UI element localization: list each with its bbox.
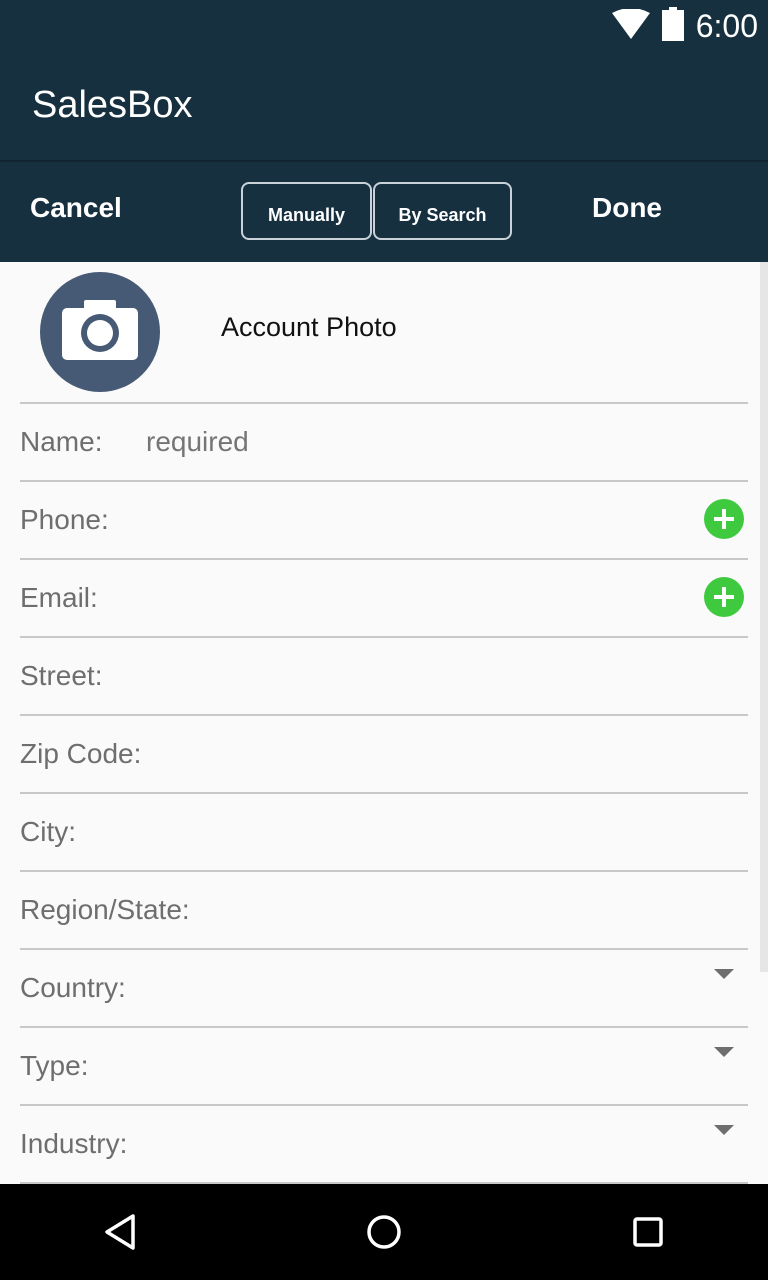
back-icon[interactable] bbox=[96, 1208, 144, 1256]
type-select[interactable]: Type: bbox=[20, 1028, 748, 1104]
email-label: Email: bbox=[20, 582, 98, 613]
industry-select[interactable]: Industry: bbox=[20, 1106, 748, 1182]
recents-icon[interactable] bbox=[624, 1208, 672, 1256]
dropdown-arrow-icon[interactable] bbox=[714, 969, 734, 979]
name-label: Name: bbox=[20, 426, 103, 457]
home-icon[interactable] bbox=[360, 1208, 408, 1256]
type-label: Type: bbox=[20, 1050, 89, 1081]
app-bar: SalesBox bbox=[0, 52, 768, 162]
account-photo-label: Account Photo bbox=[221, 312, 397, 342]
phone-field[interactable]: Phone: bbox=[20, 482, 748, 558]
phone-label: Phone: bbox=[20, 504, 109, 535]
country-select[interactable]: Country: bbox=[20, 950, 748, 1026]
action-toolbar: Cancel Manually By Search Done bbox=[0, 162, 768, 262]
account-photo-button[interactable] bbox=[40, 272, 160, 392]
zip-code-label: Zip Code: bbox=[20, 738, 142, 769]
country-label: Country: bbox=[20, 972, 126, 1003]
add-phone-icon[interactable] bbox=[704, 499, 744, 539]
region-state-field[interactable]: Region/State: bbox=[20, 872, 748, 948]
wifi-icon bbox=[611, 8, 650, 43]
system-nav-bar bbox=[0, 1184, 768, 1280]
segment-manually[interactable]: Manually bbox=[241, 182, 372, 240]
app-title: SalesBox bbox=[32, 84, 193, 126]
status-icons: 6:00 bbox=[611, 6, 758, 46]
add-email-icon[interactable] bbox=[704, 577, 744, 617]
battery-icon bbox=[661, 7, 684, 45]
status-time: 6:00 bbox=[695, 7, 758, 44]
email-field[interactable]: Email: bbox=[20, 560, 748, 636]
city-label: City: bbox=[20, 816, 76, 847]
camera-icon bbox=[62, 300, 138, 364]
street-label: Street: bbox=[20, 660, 103, 691]
name-input[interactable] bbox=[146, 426, 566, 458]
account-form: Account Photo Name: Phone: Email: Street… bbox=[0, 262, 768, 1184]
segment-by-search[interactable]: By Search bbox=[373, 182, 512, 240]
zip-code-field[interactable]: Zip Code: bbox=[20, 716, 748, 792]
street-field[interactable]: Street: bbox=[20, 638, 748, 714]
status-bar: 6:00 bbox=[0, 0, 768, 52]
industry-label: Industry: bbox=[20, 1128, 128, 1159]
name-field[interactable]: Name: bbox=[20, 404, 748, 480]
dropdown-arrow-icon[interactable] bbox=[714, 1047, 734, 1057]
done-button[interactable]: Done bbox=[592, 192, 662, 224]
dropdown-arrow-icon[interactable] bbox=[714, 1125, 734, 1135]
cancel-button[interactable]: Cancel bbox=[30, 192, 122, 224]
region-state-label: Region/State: bbox=[20, 894, 190, 925]
scrollbar[interactable] bbox=[760, 262, 768, 972]
city-field[interactable]: City: bbox=[20, 794, 748, 870]
